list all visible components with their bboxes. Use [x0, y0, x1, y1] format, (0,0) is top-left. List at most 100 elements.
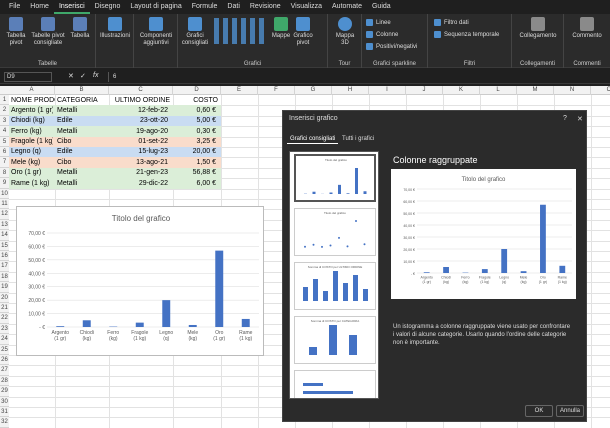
menu-item[interactable]: Visualizza: [286, 0, 327, 14]
row-header[interactable]: 30: [0, 396, 9, 407]
row-header[interactable]: 22: [0, 313, 9, 324]
table-cell[interactable]: Edile: [57, 147, 107, 157]
row-header[interactable]: 2: [0, 105, 9, 116]
column-header[interactable]: F: [258, 86, 295, 95]
table-cell[interactable]: 6,00 €: [175, 179, 219, 189]
link-button[interactable]: Collegamento: [514, 17, 562, 40]
table-cell[interactable]: 29-dic-22: [111, 179, 171, 189]
row-header[interactable]: 28: [0, 375, 9, 387]
table-cell[interactable]: Oro (1 gr): [11, 168, 53, 178]
timeline-button[interactable]: Sequenza temporale: [434, 30, 499, 39]
header-cell[interactable]: NOME PRODOTTO: [11, 96, 55, 106]
row-header[interactable]: 5: [0, 136, 9, 147]
table-cell[interactable]: 19-ago-20: [111, 127, 171, 137]
column-header[interactable]: B: [55, 86, 109, 95]
row-header[interactable]: 11: [0, 199, 9, 210]
row-header[interactable]: 21: [0, 303, 9, 314]
table-cell[interactable]: Ferro (kg): [11, 127, 53, 137]
recommended-pivot-button[interactable]: Tabelle pivot consigliate: [30, 17, 66, 47]
table-cell[interactable]: 20,00 €: [175, 147, 219, 157]
row-header[interactable]: 25: [0, 344, 9, 355]
tab-recommended[interactable]: Grafici consigliati: [287, 135, 339, 144]
menu-item[interactable]: Guida: [367, 0, 396, 14]
column-header[interactable]: I: [369, 86, 406, 95]
chart-types-icon[interactable]: [214, 18, 266, 44]
column-header[interactable]: A: [9, 86, 55, 95]
header-cell[interactable]: ULTIMO ORDINE: [111, 96, 173, 106]
pivot-table-button[interactable]: Tabella pivot: [4, 17, 28, 47]
menu-item[interactable]: Home: [25, 0, 54, 14]
column-header[interactable]: K: [443, 86, 480, 95]
table-button[interactable]: Tabella: [68, 17, 92, 40]
table-cell[interactable]: 56,88 €: [175, 168, 219, 178]
row-header[interactable]: 13: [0, 219, 9, 231]
table-cell[interactable]: Rame (1 kg): [11, 179, 53, 189]
table-cell[interactable]: Metalli: [57, 179, 107, 189]
column-header[interactable]: O: [591, 86, 610, 95]
header-cell[interactable]: COSTO: [175, 96, 221, 106]
comment-button[interactable]: Commento: [566, 17, 608, 40]
row-header[interactable]: 20: [0, 292, 9, 303]
table-cell[interactable]: 5,00 €: [175, 116, 219, 126]
column-header[interactable]: D: [173, 86, 221, 95]
column-header[interactable]: C: [109, 86, 173, 95]
table-cell[interactable]: 15-lug-23: [111, 147, 171, 157]
menu-item[interactable]: Formule: [187, 0, 223, 14]
row-header[interactable]: 3: [0, 115, 9, 127]
cancel-icon[interactable]: ✕: [68, 72, 74, 80]
slicer-button[interactable]: Filtro dati: [434, 18, 469, 27]
row-header[interactable]: 4: [0, 126, 9, 137]
row-header[interactable]: 19: [0, 282, 9, 293]
row-header[interactable]: 18: [0, 271, 9, 283]
close-icon[interactable]: ✕: [577, 115, 583, 123]
pivot-chart-button[interactable]: Grafico pivot: [292, 17, 314, 47]
cancel-button[interactable]: Annulla: [556, 405, 584, 417]
column-header[interactable]: L: [480, 86, 517, 95]
menu-item[interactable]: Disegno: [90, 0, 126, 14]
row-header[interactable]: 24: [0, 334, 9, 345]
table-cell[interactable]: 0,30 €: [175, 127, 219, 137]
chart-object[interactable]: Titolo del grafico - € 10,00 € 20,00 € 30,00…: [16, 206, 264, 356]
row-header[interactable]: 27: [0, 365, 9, 376]
table-cell[interactable]: 12-feb-22: [111, 106, 171, 116]
column-header[interactable]: J: [406, 86, 443, 95]
function-icon[interactable]: fx: [93, 72, 98, 79]
row-header[interactable]: 16: [0, 251, 9, 262]
menu-item[interactable]: File: [4, 0, 25, 14]
table-cell[interactable]: Legno (q): [11, 147, 53, 157]
table-cell[interactable]: Edile: [57, 116, 107, 126]
table-cell[interactable]: Metalli: [57, 106, 107, 116]
row-header[interactable]: 9: [0, 178, 9, 189]
row-header[interactable]: 8: [0, 167, 9, 179]
menu-item[interactable]: Dati: [222, 0, 244, 14]
row-header[interactable]: 6: [0, 147, 9, 158]
row-header[interactable]: 29: [0, 386, 9, 397]
column-header[interactable]: M: [517, 86, 554, 95]
header-cell[interactable]: CATEGORIA: [57, 96, 109, 106]
table-cell[interactable]: 3,25 €: [175, 137, 219, 147]
sparkline-lines-button[interactable]: Linee: [366, 18, 391, 27]
row-header[interactable]: 12: [0, 209, 9, 220]
table-cell[interactable]: Argento (1 gr): [11, 106, 53, 116]
row-header[interactable]: 7: [0, 157, 9, 168]
thumbnail-scatter[interactable]: Titolo del grafico: [294, 208, 376, 256]
row-header[interactable]: 23: [0, 323, 9, 335]
thumbnail-pivot-by-category[interactable]: Somma di COSTO per CATEGORIA: [294, 316, 376, 364]
column-header[interactable]: E: [221, 86, 258, 95]
column-header[interactable]: G: [295, 86, 332, 95]
row-header[interactable]: 15: [0, 240, 9, 251]
maps-button[interactable]: Mappe: [270, 17, 292, 40]
help-icon[interactable]: ?: [563, 115, 567, 122]
sparkline-winloss-button[interactable]: Positivi/negativi: [366, 42, 417, 51]
table-cell[interactable]: Chiodi (kg): [11, 116, 53, 126]
row-header[interactable]: 1: [0, 95, 9, 106]
formula-input[interactable]: 6: [108, 72, 604, 82]
thumbnail-pivot-by-date[interactable]: Somma di COSTO per ULTIMO ORDINE: [294, 262, 376, 310]
table-cell[interactable]: 21-gen-23: [111, 168, 171, 178]
sparkline-columns-button[interactable]: Colonne: [366, 30, 398, 39]
table-cell[interactable]: Cibo: [57, 137, 107, 147]
table-cell[interactable]: 1,50 €: [175, 158, 219, 168]
table-cell[interactable]: Mele (kg): [11, 158, 53, 168]
confirm-icon[interactable]: ✓: [80, 72, 86, 80]
menu-item[interactable]: Revisione: [245, 0, 286, 14]
